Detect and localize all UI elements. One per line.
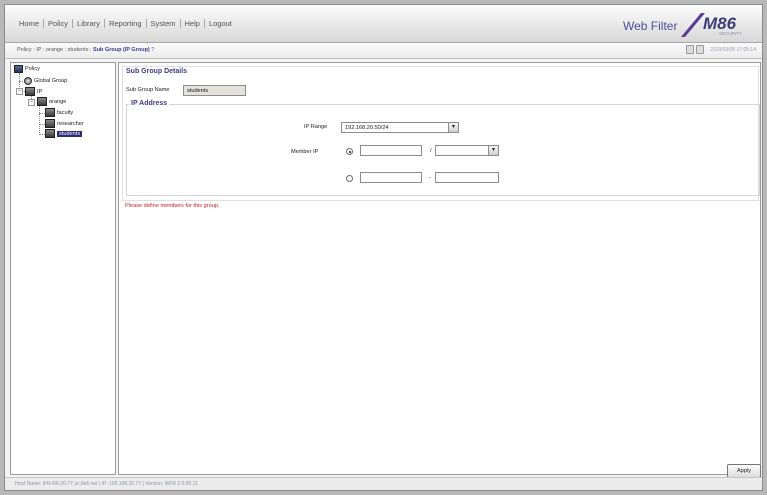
tree-item-researcher[interactable]: researcher <box>45 119 84 128</box>
apply-button[interactable]: Apply <box>727 464 761 478</box>
member-ip-mask-radio[interactable] <box>346 148 353 155</box>
tree-expander[interactable]: − <box>28 99 35 106</box>
slash-separator: / <box>430 148 432 154</box>
tree-label: Global Group <box>34 78 68 84</box>
status-bar: Host Name: iFR-R6-20-77.sc.8e6.net | IP:… <box>5 477 762 490</box>
tree-label: orange <box>49 98 67 105</box>
menu-reporting[interactable]: Reporting <box>105 19 146 28</box>
svg-text:SECURITY: SECURITY <box>719 31 742 36</box>
menu-logout[interactable]: Logout <box>205 19 236 28</box>
main-content: Sub Group Details Sub Group Name student… <box>118 62 761 478</box>
print-icon[interactable] <box>696 45 705 54</box>
menu-help[interactable]: Help <box>181 19 204 28</box>
network-group-icon <box>45 129 55 138</box>
refresh-icon[interactable] <box>686 45 695 54</box>
member-ip-label: Member IP <box>291 149 319 155</box>
warning-message: Please define members for this group. <box>125 203 220 209</box>
ip-range-label: IP Range <box>304 124 328 130</box>
ip-range-value: 192.168.20.50/24 <box>345 125 389 131</box>
ip-address-title: IP Address <box>129 100 170 107</box>
tree-item-faculty[interactable]: faculty <box>45 108 73 117</box>
status-text: Host Name: iFR-R6-20-77.sc.8e6.net | IP:… <box>15 481 198 487</box>
network-group-icon <box>45 119 55 128</box>
tree-label-selected: students <box>57 130 83 137</box>
member-ip-address-field[interactable] <box>360 145 422 156</box>
network-group-icon <box>37 97 47 106</box>
dash-separator: - <box>429 175 431 181</box>
breadcrumb-current: Sub Group (IP Group) <box>93 47 150 53</box>
tree-label: IP <box>37 88 43 95</box>
timestamp: 2010/03/05 17:05:14 <box>710 46 756 53</box>
ip-range-select[interactable]: 192.168.20.50/24 ▾ <box>341 122 459 133</box>
top-menu-bar: Home Policy Library Reporting System Hel… <box>5 5 762 43</box>
computer-icon <box>14 65 23 73</box>
globe-icon <box>24 77 32 85</box>
menu-home[interactable]: Home <box>15 19 43 28</box>
tree-item-policy[interactable]: Policy <box>14 65 40 73</box>
breadcrumb-path: Policy : IP : orange : students : <box>17 47 94 53</box>
policy-tree-panel: Policy Global Group − IP − orange facult… <box>10 62 116 475</box>
menu-library[interactable]: Library <box>73 19 104 28</box>
product-name: Web Filter <box>623 19 678 33</box>
help-icon[interactable]: ? <box>151 47 154 53</box>
breadcrumb: Policy : IP : orange : students : Sub Gr… <box>17 47 154 53</box>
sub-group-details-title: Sub Group Details <box>126 68 188 75</box>
network-group-icon <box>25 87 35 96</box>
m86-logo: M86 SECURITY <box>681 13 753 37</box>
sub-group-name-label: Sub Group Name <box>126 87 170 93</box>
tree-expander[interactable]: − <box>16 88 23 95</box>
member-ip-range-end-field[interactable] <box>435 172 499 183</box>
tree-label: researcher <box>57 120 84 127</box>
menu-system[interactable]: System <box>147 19 180 28</box>
member-ip-range-start-field[interactable] <box>360 172 422 183</box>
tree-item-ip[interactable]: IP <box>25 87 42 96</box>
chevron-down-icon[interactable]: ▾ <box>448 123 458 132</box>
chevron-down-icon[interactable]: ▾ <box>488 146 498 155</box>
menu-policy[interactable]: Policy <box>44 19 72 28</box>
tree-item-global-group[interactable]: Global Group <box>24 77 67 85</box>
tree-item-students[interactable]: students <box>45 129 83 138</box>
breadcrumb-bar: Policy : IP : orange : students : Sub Gr… <box>5 43 762 59</box>
tree-item-orange[interactable]: orange <box>37 97 66 106</box>
network-group-icon <box>45 108 55 117</box>
member-ip-mask-select[interactable]: ▾ <box>435 145 499 156</box>
sub-group-name-field: students <box>183 85 246 96</box>
app-window: Home Policy Library Reporting System Hel… <box>4 4 763 491</box>
main-menu: Home Policy Library Reporting System Hel… <box>15 19 236 28</box>
tree-label: Policy <box>25 66 40 72</box>
tree-label: faculty <box>57 109 74 116</box>
top-right-tools: 2010/03/05 17:05:14 <box>686 45 756 54</box>
member-ip-range-radio[interactable] <box>346 175 353 182</box>
